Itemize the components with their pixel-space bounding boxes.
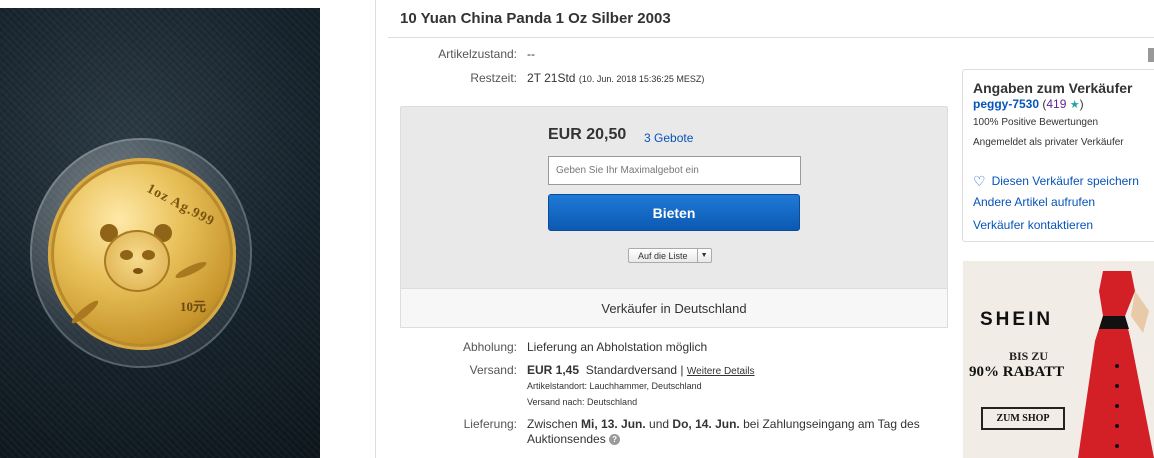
seller-location: Verkäufer in Deutschland	[400, 288, 948, 328]
watchlist-dropdown-icon[interactable]: ▼	[696, 249, 711, 262]
shipping-label: Versand:	[469, 363, 517, 377]
delivery-value: Zwischen Mi, 13. Jun. und Do, 14. Jun. b…	[527, 417, 937, 447]
delivery-suffix: bei Zahlungseingang am Tag des	[739, 417, 920, 431]
star-icon: ★	[1069, 99, 1080, 111]
shipping-method: Standardversand |	[585, 363, 684, 377]
watchlist-control: Auf die Liste ▼	[628, 248, 712, 263]
seller-name-row: peggy-7530 (419 ★)	[973, 97, 1084, 111]
bamboo-leaf	[69, 298, 101, 326]
panda-eye	[120, 250, 133, 260]
add-to-watchlist-button[interactable]: Auf die Liste	[629, 249, 697, 262]
condition-label: Artikelzustand:	[438, 47, 517, 61]
time-left-label: Restzeit:	[470, 71, 517, 85]
positive-feedback: 100% Positive Bewertungen	[973, 117, 1099, 128]
delivery-label: Lieferung:	[463, 417, 517, 431]
product-photo-panel: 1oz Ag.999 10元	[0, 0, 376, 458]
bid-button[interactable]: Bieten	[548, 194, 800, 231]
product-photo[interactable]: 1oz Ag.999 10元	[0, 8, 320, 458]
delivery-prefix: Zwischen	[527, 417, 582, 431]
title-divider	[388, 37, 1154, 38]
current-price: EUR 20,50	[548, 126, 627, 143]
shipping-value: EUR 1,45 Standardversand | Weitere Detai…	[527, 363, 755, 377]
bamboo-leaf	[173, 259, 209, 281]
max-bid-input[interactable]	[548, 156, 801, 185]
delivery-to: Do, 14. Jun.	[672, 417, 740, 431]
ad-shop-button[interactable]: ZUM SHOP	[981, 407, 1065, 430]
ad-line2: 90% RABATT	[969, 364, 1065, 380]
help-icon[interactable]: ?	[609, 434, 621, 445]
bid-count-link[interactable]: 3 Gebote	[644, 131, 693, 145]
condition-value: --	[527, 47, 535, 61]
delivery-mid: und	[645, 417, 673, 431]
item-title: 10 Yuan China Panda 1 Oz Silber 2003	[400, 10, 671, 27]
panda-nose	[133, 268, 143, 274]
delivery-line2: Auktionsendes	[527, 432, 606, 446]
item-location: Artikelstandort: Lauchhammer, Deutschlan…	[527, 381, 702, 391]
ad-line1: BIS ZU	[1009, 349, 1049, 363]
contact-seller-link[interactable]: Verkäufer kontaktieren	[973, 218, 1093, 232]
dress-image	[1073, 271, 1154, 458]
coin-denomination: 10元	[180, 299, 207, 314]
feedback-score[interactable]: 419	[1046, 97, 1066, 111]
ships-to: Versand nach: Deutschland	[527, 397, 638, 407]
panda-eye	[142, 250, 155, 260]
ad-brand: SHEIN	[980, 309, 1054, 330]
save-seller-link[interactable]: ♡ Diesen Verkäufer speichern	[973, 173, 1139, 190]
more-details-link[interactable]: Weitere Details	[687, 366, 755, 377]
heart-icon: ♡	[973, 173, 986, 189]
coin-image: 1oz Ag.999 10元	[48, 158, 236, 350]
panda-head	[104, 230, 170, 292]
seller-heading: Angaben zum Verkäufer	[973, 80, 1133, 96]
seller-account-type: Angemeldet als privater Verkäufer	[973, 137, 1124, 148]
time-left-date: (10. Jun. 2018 15:36:25 MESZ)	[578, 74, 705, 84]
other-items-link[interactable]: Andere Artikel aufrufen	[973, 195, 1095, 209]
pickup-label: Abholung:	[462, 340, 517, 354]
advertisement[interactable]: SHEIN BIS ZU 90% RABATT ZUM SHOP	[963, 261, 1154, 458]
save-seller-label: Diesen Verkäufer speichern	[991, 174, 1139, 188]
pickup-value: Lieferung an Abholstation möglich	[527, 340, 708, 354]
shipping-price: EUR 1,45	[527, 363, 580, 377]
score-close: )	[1079, 97, 1084, 111]
seller-name-link[interactable]: peggy-7530	[973, 97, 1039, 111]
share-icon[interactable]	[1148, 48, 1154, 62]
coin-inscription: 1oz Ag.999	[144, 181, 217, 230]
time-left-duration: 2T 21Std	[527, 71, 576, 85]
time-left-value: 2T 21Std (10. Jun. 2018 15:36:25 MESZ)	[527, 71, 704, 85]
delivery-from: Mi, 13. Jun.	[581, 417, 646, 431]
